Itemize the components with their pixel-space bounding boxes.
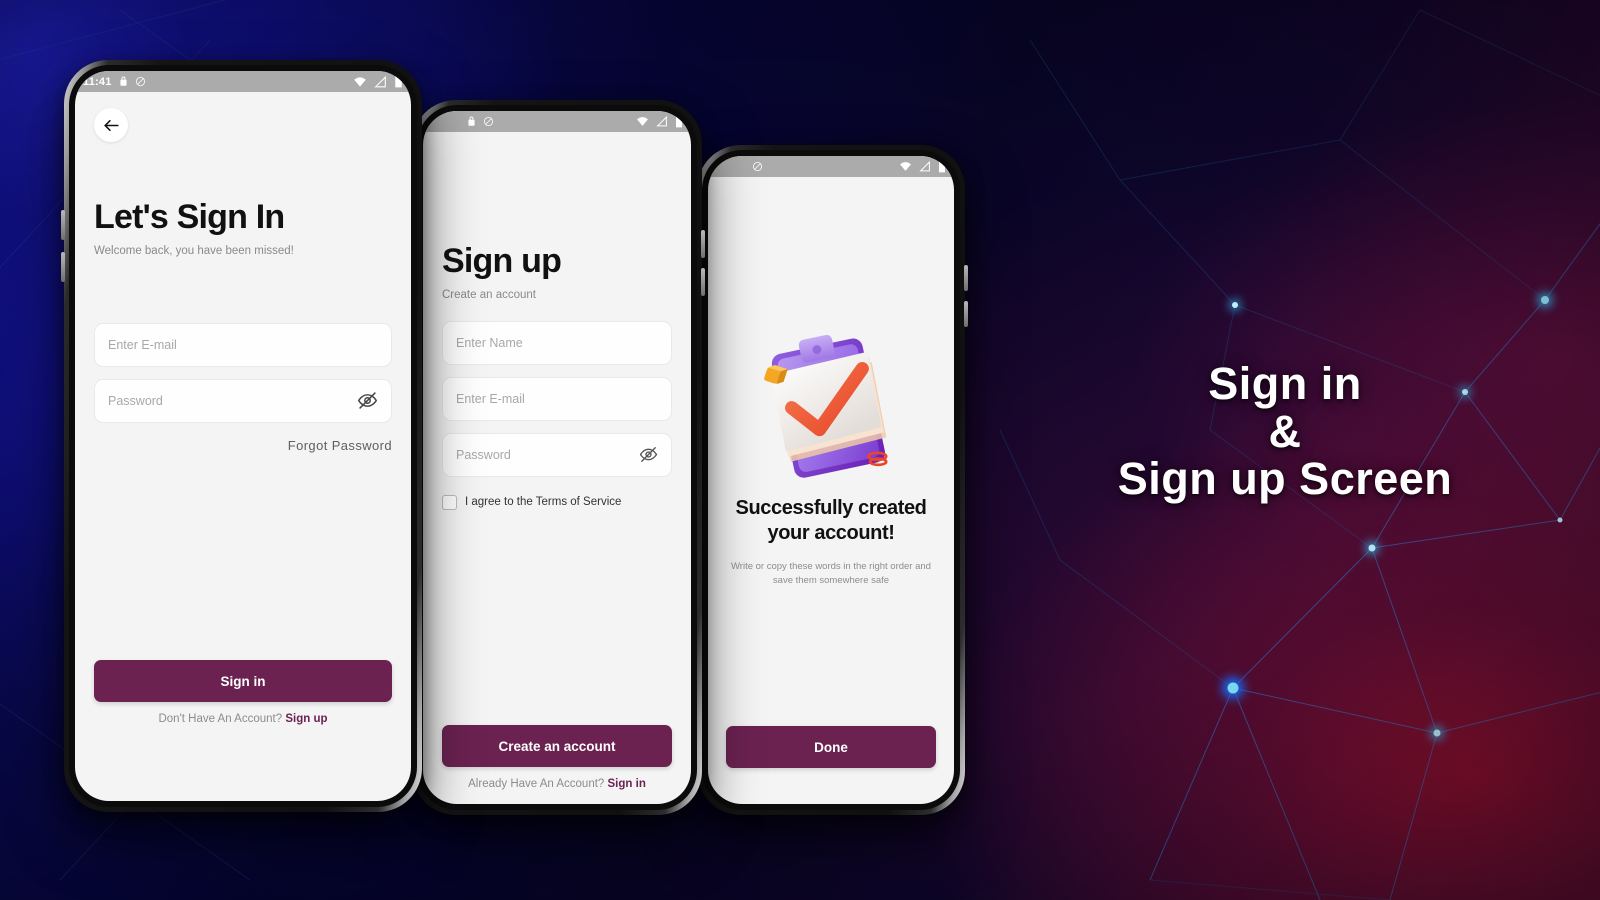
signal-icon — [656, 116, 667, 127]
terms-checkbox[interactable] — [442, 494, 457, 510]
volume-down-button-2[interactable] — [701, 268, 705, 296]
sign-up-flex-spacer — [442, 510, 672, 725]
success-title-line-1: Successfully created — [735, 497, 927, 520]
sign-in-headline: Let's Sign In — [94, 198, 285, 236]
sign-in-footer: Don't Have An Account? Sign up — [94, 713, 392, 725]
sign-in-gap — [94, 257, 392, 323]
phone-mockup-sign-in: 11:41 Let's Sign In Welcome back, you ha… — [61, 60, 422, 812]
sign-in-flex-spacer — [94, 453, 392, 660]
battery-icon — [939, 161, 945, 172]
sign-in-content: Let's Sign In Welcome back, you have bee… — [75, 92, 411, 801]
success-actions: Done — [708, 726, 954, 768]
success-title: Successfully created your account! — [736, 496, 927, 546]
password-input-placeholder: Password — [456, 447, 511, 462]
success-bottom-spacer — [708, 768, 954, 804]
screen-sign-in: 11:41 Let's Sign In Welcome back, you ha… — [75, 71, 411, 801]
email-input-placeholder: Enter E-mail — [108, 337, 177, 352]
status-bar-1: 11:41 — [75, 71, 411, 92]
wifi-icon — [900, 162, 911, 171]
sign-up-footer-text: Already Have An Account? — [468, 778, 605, 790]
volume-up-button[interactable] — [964, 265, 968, 291]
terms-row[interactable]: I agree to the Terms of Service — [442, 494, 672, 510]
sign-up-content: Sign up Create an account Enter Name Ent… — [423, 132, 691, 804]
success-subtitle: Write or copy these words in the right o… — [731, 561, 931, 587]
password-input[interactable]: Password — [442, 432, 672, 477]
eye-off-icon[interactable] — [357, 390, 378, 411]
mute-icon — [483, 116, 493, 127]
sign-up-top-spacer — [442, 148, 672, 244]
sign-in-button[interactable]: Sign in — [94, 660, 392, 702]
signal-icon — [374, 75, 386, 87]
mute-icon — [135, 76, 145, 87]
volume-up-button-1[interactable] — [61, 210, 65, 240]
sign-in-top-spacer — [94, 142, 392, 200]
email-input-placeholder: Enter E-mail — [456, 391, 525, 406]
password-input[interactable]: Password — [94, 378, 392, 423]
screen-sign-up: 11:41 Sign up Create an account Enter Na… — [423, 111, 691, 804]
success-content: Successfully created your account! Write… — [708, 177, 954, 726]
sign-in-footer-text: Don't Have An Account? — [158, 713, 283, 725]
back-button[interactable] — [94, 108, 128, 142]
name-input[interactable]: Enter Name — [442, 320, 672, 365]
name-input-placeholder: Enter Name — [456, 335, 523, 350]
volume-down-button[interactable] — [964, 301, 968, 327]
sign-up-footer: Already Have An Account? Sign in — [442, 778, 672, 790]
password-input-placeholder: Password — [108, 393, 163, 408]
phone-mockup-sign-up: 11:41 Sign up Create an account Enter Na… — [412, 100, 705, 815]
lock-icon — [119, 76, 127, 86]
eye-off-icon[interactable] — [639, 445, 658, 464]
sign-up-link[interactable]: Sign up — [285, 713, 327, 725]
volume-up-button-2[interactable] — [701, 230, 705, 258]
success-title-line-2: your account! — [767, 522, 895, 545]
status-bar-3: 11:41 — [708, 156, 954, 177]
status-time-1: 11:41 — [83, 75, 112, 88]
forgot-password-link[interactable]: Forgot Password — [94, 438, 392, 453]
battery-icon — [676, 116, 682, 127]
wifi-icon — [354, 76, 366, 87]
terms-label: I agree to the Terms of Service — [465, 496, 622, 509]
signal-icon — [919, 161, 930, 172]
clipboard-checkmark-illustration — [764, 335, 888, 479]
sign-in-bottom-spacer — [94, 739, 392, 801]
sign-in-subhead: Welcome back, you have been missed! — [94, 244, 294, 257]
arrow-left-icon — [103, 119, 119, 131]
screen-success: 11:41 — [708, 156, 954, 804]
email-input[interactable]: Enter E-mail — [94, 322, 392, 367]
sign-up-headline: Sign up — [442, 242, 562, 280]
wifi-icon — [637, 117, 648, 126]
lock-icon — [467, 116, 475, 126]
sign-up-gap — [442, 301, 672, 321]
mute-icon — [752, 161, 762, 172]
mockup-poster: Sign in & Sign up Screen 11:41 — [0, 0, 1600, 900]
email-input[interactable]: Enter E-mail — [442, 376, 672, 421]
create-account-button[interactable]: Create an account — [442, 725, 672, 767]
volume-down-button-1[interactable] — [61, 252, 65, 282]
status-bar-2: 11:41 — [423, 111, 691, 132]
sign-in-link[interactable]: Sign in — [608, 778, 646, 790]
phone-mockup-success: 11:41 — [697, 145, 968, 815]
battery-icon — [395, 75, 402, 88]
done-button[interactable]: Done — [726, 726, 936, 768]
sign-up-subhead: Create an account — [442, 288, 536, 301]
